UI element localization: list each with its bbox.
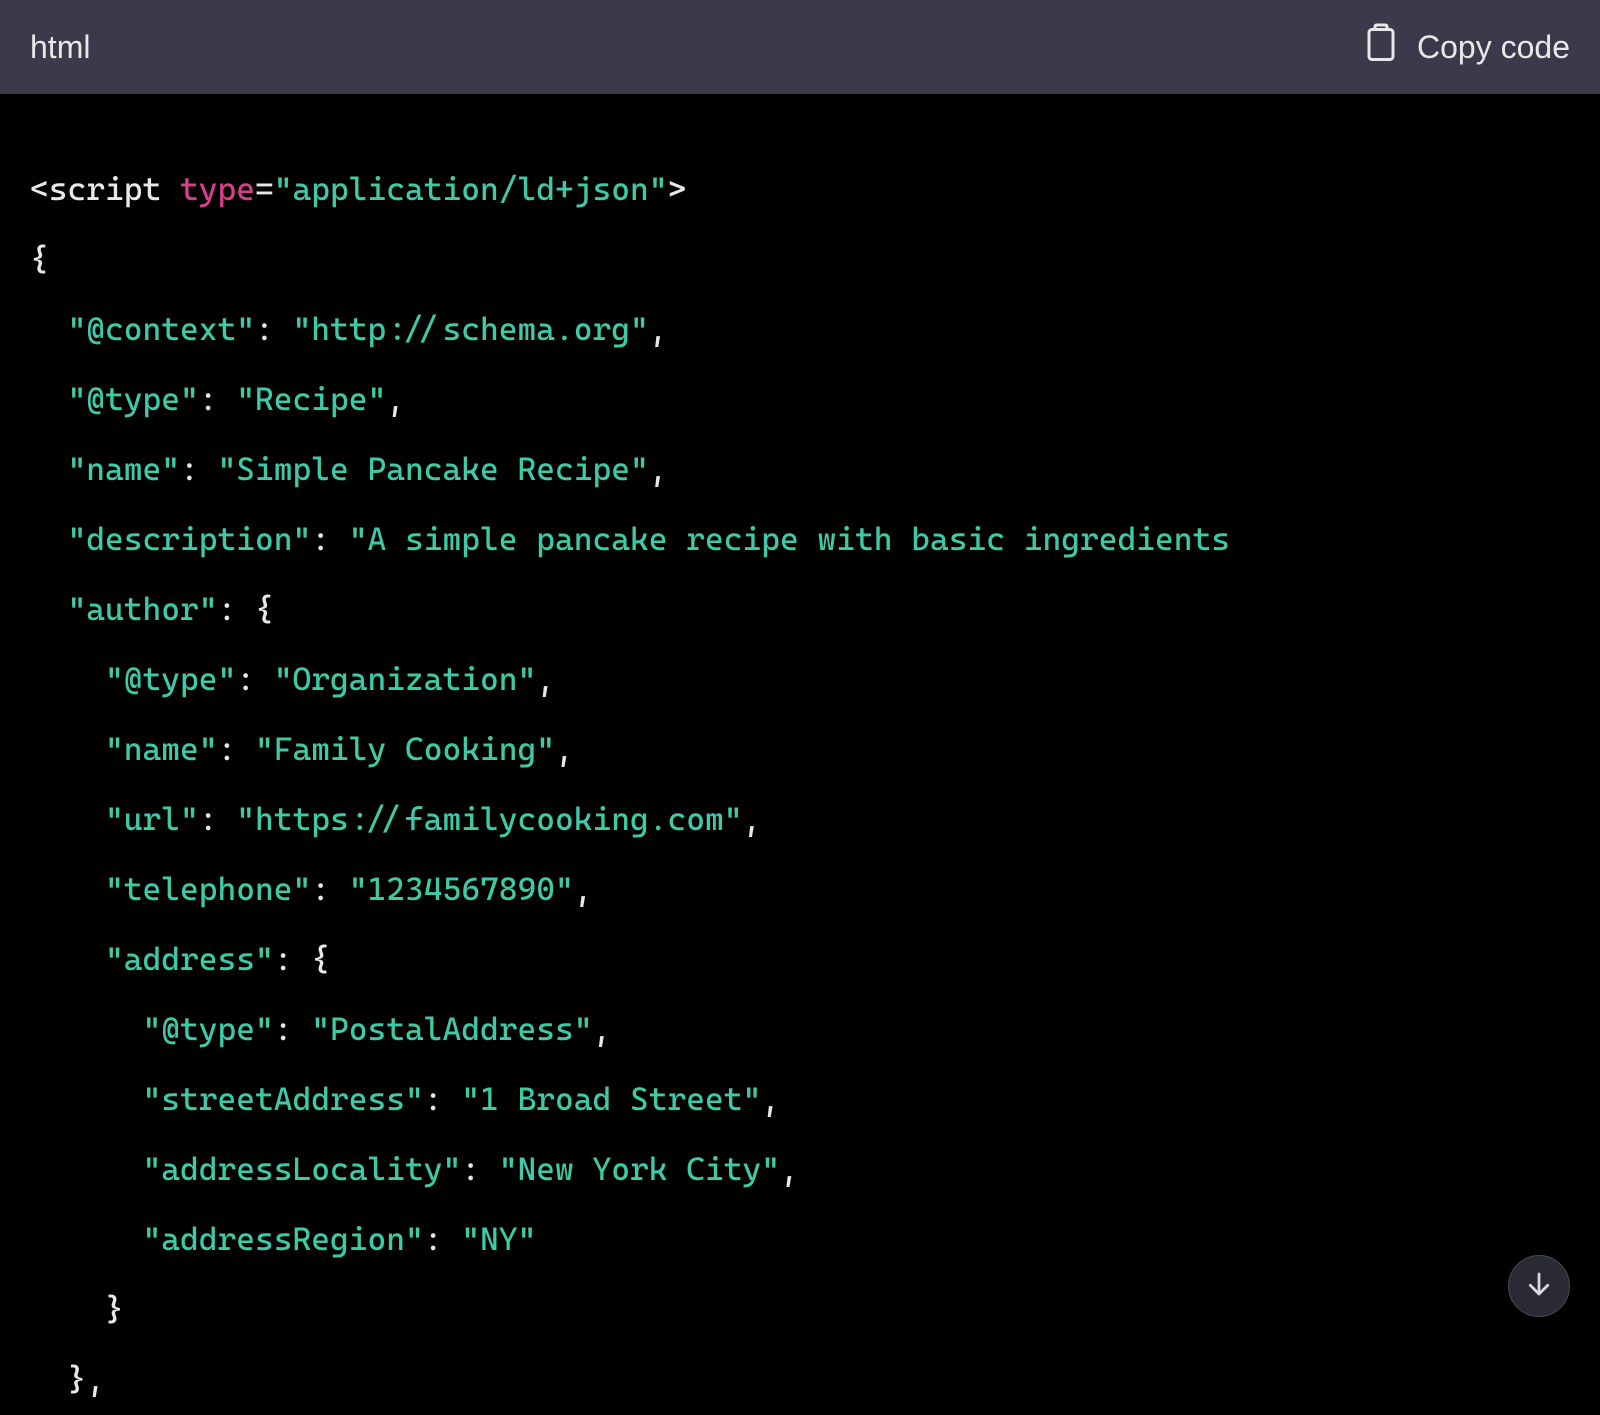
code-token: :: [180, 450, 199, 488]
code-token: [30, 520, 68, 558]
copy-code-label: Copy code: [1417, 29, 1570, 66]
code-token: {: [311, 940, 330, 978]
code-token: [30, 310, 68, 348]
code-token: :: [311, 520, 330, 558]
code-token: "url": [105, 800, 199, 838]
code-token: ,: [574, 870, 593, 908]
code-block: html Copy code <script type="application…: [0, 0, 1600, 1415]
code-token: :: [255, 310, 274, 348]
code-token: "Family Cooking": [255, 730, 555, 768]
code-token: :: [274, 940, 293, 978]
code-token: "NY": [461, 1220, 536, 1258]
code-token: "streetAddress": [143, 1080, 424, 1118]
code-token: "Simple Pancake Recipe": [218, 450, 649, 488]
code-token: [30, 450, 68, 488]
code-token: :: [236, 660, 255, 698]
code-token: ,: [649, 310, 668, 348]
code-token: {: [30, 240, 49, 278]
code-token: script: [49, 170, 162, 208]
code-content[interactable]: <script type="application/ld+json"> { "@…: [0, 94, 1600, 1415]
code-token: "description": [68, 520, 312, 558]
code-token: :: [424, 1220, 443, 1258]
code-token: ,: [86, 1360, 105, 1398]
code-token: [30, 1010, 143, 1048]
scroll-down-button[interactable]: [1508, 1255, 1570, 1317]
code-token: "name": [68, 450, 181, 488]
code-token: <: [30, 170, 49, 208]
code-token: [30, 660, 105, 698]
code-token: [30, 870, 105, 908]
code-token: "@context": [68, 310, 256, 348]
code-token: [30, 1290, 105, 1328]
code-token: :: [218, 590, 237, 628]
code-token: ,: [761, 1080, 780, 1118]
code-token: :: [311, 870, 330, 908]
code-token: "addressRegion": [143, 1220, 424, 1258]
code-token: ,: [386, 380, 405, 418]
code-token: "@type": [105, 660, 236, 698]
code-token: :: [218, 730, 237, 768]
code-token: "https://familycooking.com": [236, 800, 742, 838]
code-token: "A simple pancake recipe with basic ingr…: [349, 520, 1230, 558]
code-token: :: [461, 1150, 480, 1188]
code-token: ,: [743, 800, 762, 838]
code-token: ,: [649, 450, 668, 488]
clipboard-icon: [1363, 22, 1399, 72]
code-token: ,: [780, 1150, 799, 1188]
code-token: [30, 800, 105, 838]
code-token: }: [68, 1360, 87, 1398]
code-token: "1234567890": [349, 870, 574, 908]
code-token: [30, 940, 105, 978]
code-token: "1 Broad Street": [461, 1080, 761, 1118]
code-token: type: [180, 170, 255, 208]
code-token: [30, 1150, 143, 1188]
code-token: "@type": [68, 380, 199, 418]
code-token: >: [668, 170, 687, 208]
arrow-down-icon: [1524, 1269, 1554, 1303]
copy-code-button[interactable]: Copy code: [1363, 22, 1570, 72]
code-token: "telephone": [105, 870, 311, 908]
code-token: :: [424, 1080, 443, 1118]
code-token: :: [274, 1010, 293, 1048]
language-label: html: [30, 29, 90, 66]
code-token: [30, 1080, 143, 1118]
code-token: :: [199, 800, 218, 838]
code-token: "Organization": [274, 660, 537, 698]
code-header: html Copy code: [0, 0, 1600, 94]
code-token: "PostalAddress": [311, 1010, 592, 1048]
code-token: "Recipe": [236, 380, 386, 418]
code-token: [30, 590, 68, 628]
code-token: ,: [555, 730, 574, 768]
code-token: "New York City": [499, 1150, 780, 1188]
code-token: "addressLocality": [143, 1150, 462, 1188]
code-token: "address": [105, 940, 274, 978]
code-token: "http://schema.org": [293, 310, 649, 348]
code-token: "@type": [143, 1010, 274, 1048]
code-token: [30, 1220, 143, 1258]
code-token: "name": [105, 730, 218, 768]
code-token: ,: [536, 660, 555, 698]
code-token: }: [105, 1290, 124, 1328]
code-token: {: [255, 590, 274, 628]
code-token: [30, 1360, 68, 1398]
code-token: [30, 380, 68, 418]
code-token: [30, 730, 105, 768]
code-token: :: [199, 380, 218, 418]
code-token: ,: [593, 1010, 612, 1048]
code-token: "application/ld+json": [274, 170, 668, 208]
code-token: =: [255, 170, 274, 208]
code-token: "author": [68, 590, 218, 628]
